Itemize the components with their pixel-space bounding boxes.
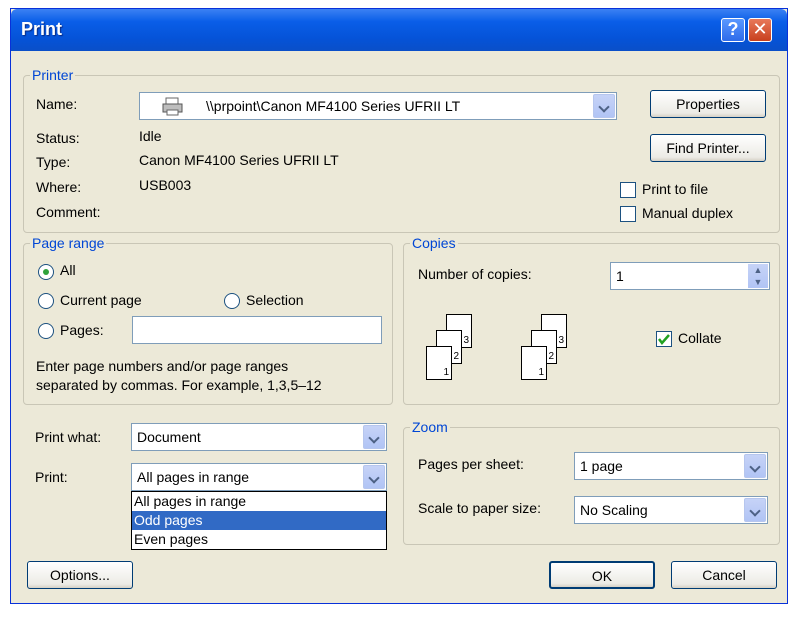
where-value: USB003 xyxy=(139,177,192,193)
pages-radio[interactable] xyxy=(38,323,54,339)
pages-per-sheet-select[interactable]: 1 page xyxy=(574,452,768,480)
chevron-down-icon[interactable] xyxy=(744,498,766,522)
title-bar[interactable]: Print ? ✕ xyxy=(11,9,787,51)
zoom-legend: Zoom xyxy=(410,419,450,435)
ok-button[interactable]: OK xyxy=(549,561,655,589)
current-page-radio[interactable] xyxy=(38,293,54,309)
scale-to-paper-select[interactable]: No Scaling xyxy=(574,496,768,524)
spinner-arrows-icon[interactable]: ▲ ▼ xyxy=(748,264,768,288)
manual-duplex-label: Manual duplex xyxy=(642,205,734,221)
type-value: Canon MF4100 Series UFRII LT xyxy=(139,152,339,168)
cancel-button[interactable]: Cancel xyxy=(671,561,777,589)
collate-label: Collate xyxy=(678,330,722,346)
print-option-odd-pages[interactable]: Odd pages xyxy=(132,511,386,530)
page-range-group: Page range All Current page Selection Pa… xyxy=(23,235,393,405)
collate-page: 1 xyxy=(521,346,547,380)
collate-page: 1 xyxy=(426,346,452,380)
number-of-copies-spinner[interactable]: 1 ▲ ▼ xyxy=(610,262,770,290)
name-label: Name: xyxy=(36,96,78,112)
checkmark-icon xyxy=(658,334,670,345)
selection-label: Selection xyxy=(246,292,304,308)
print-what-value: Document xyxy=(137,429,201,445)
chevron-down-icon[interactable] xyxy=(593,94,615,118)
printer-legend: Printer xyxy=(30,67,76,83)
help-icon: ? xyxy=(727,19,739,39)
close-icon: ✕ xyxy=(752,19,768,39)
printer-icon xyxy=(162,97,183,116)
chevron-down-icon[interactable] xyxy=(363,465,385,489)
print-to-file-checkbox[interactable] xyxy=(620,182,636,198)
print-option-all-pages[interactable]: All pages in range xyxy=(132,492,386,511)
scale-to-paper-label: Scale to paper size: xyxy=(418,500,541,516)
status-value: Idle xyxy=(139,128,162,144)
page-range-hint-line2: separated by commas. For example, 1,3,5–… xyxy=(36,377,322,393)
printer-name-select[interactable]: \\prpoint\Canon MF4100 Series UFRII LT xyxy=(139,92,617,120)
print-to-file-label: Print to file xyxy=(642,181,709,197)
scale-to-paper-value: No Scaling xyxy=(580,502,648,518)
print-what-select[interactable]: Document xyxy=(131,423,387,451)
zoom-group: Zoom Pages per sheet: 1 page Scale to pa… xyxy=(403,419,780,545)
help-button[interactable]: ? xyxy=(721,18,745,42)
print-option-even-pages[interactable]: Even pages xyxy=(132,530,386,549)
printer-name-value: \\prpoint\Canon MF4100 Series UFRII LT xyxy=(206,98,461,114)
find-printer-button[interactable]: Find Printer... xyxy=(650,134,766,162)
comment-label: Comment: xyxy=(36,204,101,220)
page-range-hint-line1: Enter page numbers and/or page ranges xyxy=(36,358,289,374)
copies-legend: Copies xyxy=(410,235,458,251)
print-select[interactable]: All pages in range xyxy=(131,463,387,491)
properties-button[interactable]: Properties xyxy=(650,90,766,118)
pages-per-sheet-value: 1 page xyxy=(580,458,623,474)
print-what-label: Print what: xyxy=(35,429,102,445)
pages-label: Pages: xyxy=(60,322,104,338)
all-radio[interactable] xyxy=(38,264,54,280)
collate-icon: 3 2 1 3 2 1 xyxy=(424,302,584,392)
pages-per-sheet-label: Pages per sheet: xyxy=(418,456,524,472)
chevron-down-icon[interactable] xyxy=(363,425,385,449)
manual-duplex-checkbox[interactable] xyxy=(620,206,636,222)
page-range-legend: Page range xyxy=(30,235,107,251)
copies-group: Copies Number of copies: 1 ▲ ▼ 3 2 1 3 2 … xyxy=(403,235,780,405)
chevron-down-icon[interactable] xyxy=(744,454,766,478)
where-label: Where: xyxy=(36,179,82,195)
print-label: Print: xyxy=(35,469,68,485)
selection-radio[interactable] xyxy=(224,293,240,309)
print-dropdown-list: All pages in range Odd pages Even pages xyxy=(131,491,387,550)
number-of-copies-value: 1 xyxy=(616,268,624,284)
pages-input[interactable] xyxy=(132,316,382,344)
current-page-label: Current page xyxy=(60,292,142,308)
type-label: Type: xyxy=(36,154,71,170)
window-title: Print xyxy=(21,19,63,39)
close-button[interactable]: ✕ xyxy=(748,18,772,42)
number-of-copies-label: Number of copies: xyxy=(418,266,532,282)
status-label: Status: xyxy=(36,130,80,146)
collate-checkbox[interactable] xyxy=(656,331,672,347)
print-value: All pages in range xyxy=(137,469,250,485)
printer-group: Printer Name: \\prpoint\Canon MF4100 Ser… xyxy=(23,67,780,233)
print-dialog: Print ? ✕ Printer Name: \\prpoint\Canon … xyxy=(10,8,788,604)
all-label: All xyxy=(60,262,76,278)
options-button[interactable]: Options... xyxy=(27,561,133,589)
